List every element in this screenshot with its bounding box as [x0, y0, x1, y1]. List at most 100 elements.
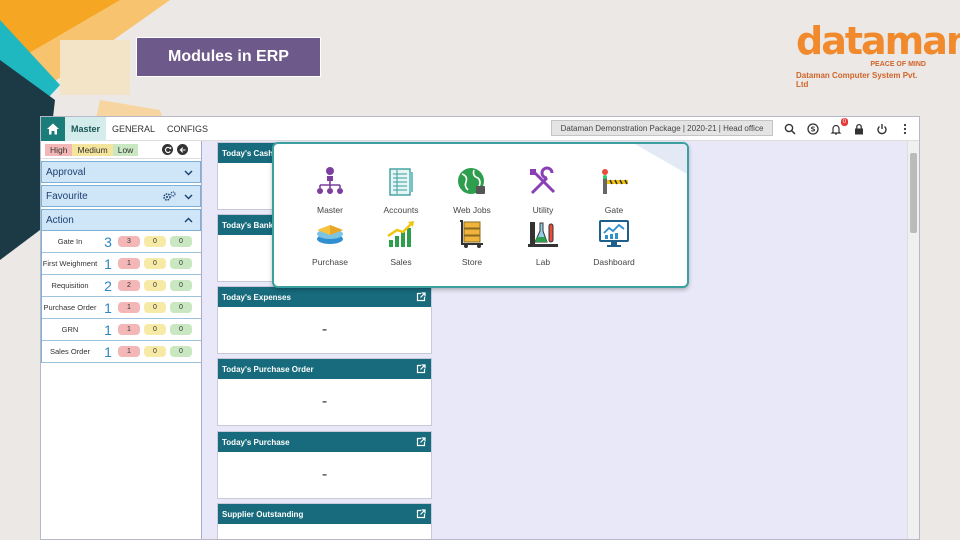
search-button[interactable] [783, 122, 797, 136]
dataman-logo: dataman PEACE OF MIND Dataman Computer S… [796, 22, 960, 89]
erp-window: Master GENERAL CONFIGS Dataman Demonstra… [40, 116, 920, 540]
count-high[interactable]: 1 [118, 346, 140, 357]
module-accounts[interactable]: Accounts [366, 166, 436, 215]
home-icon [47, 123, 59, 134]
external-link-icon[interactable] [416, 364, 426, 374]
count-medium[interactable]: 0 [144, 346, 166, 357]
count-high[interactable]: 1 [118, 302, 140, 313]
action-row-sales-order[interactable]: Sales Order 1 1 0 0 [42, 341, 201, 363]
module-gate[interactable]: Gate [579, 166, 649, 215]
slide-title: Modules in ERP [136, 37, 321, 77]
module-label: Sales [390, 257, 412, 267]
module-master[interactable]: Master [295, 166, 365, 215]
ledger-icon [389, 168, 413, 196]
tab-master[interactable]: Master [65, 117, 107, 141]
action-list: Gate In 3 3 0 0 First Weighment 1 1 0 0 … [41, 231, 201, 363]
growth-chart-icon [387, 221, 414, 247]
module-utility[interactable]: Utility [508, 166, 578, 215]
action-row-requisition[interactable]: Requisition 2 2 0 0 [42, 275, 201, 297]
hierarchy-icon [317, 167, 343, 194]
lab-flask-icon [528, 222, 558, 247]
widget-todays-purchase: Today's Purchase - [217, 431, 432, 499]
action-row-grn[interactable]: GRN 1 1 0 0 [42, 319, 201, 341]
module-web-jobs[interactable]: Web Jobs [437, 166, 507, 215]
section-approval-label: Approval [46, 166, 86, 178]
gears-icon[interactable] [162, 191, 176, 202]
count-medium[interactable]: 0 [144, 302, 166, 313]
count-low[interactable]: 0 [170, 346, 192, 357]
count-medium[interactable]: 0 [144, 280, 166, 291]
count-high[interactable]: 1 [118, 258, 140, 269]
modules-panel: Master Accounts Web Jobs Utility Gate Pu… [272, 142, 689, 288]
widget-todays-purchase-order: Today's Purchase Order - [217, 358, 432, 426]
module-dashboard[interactable]: Dashboard [579, 218, 649, 267]
action-row-first-weighment[interactable]: First Weighment 1 1 0 0 [42, 253, 201, 275]
refresh-button[interactable] [162, 144, 174, 155]
module-sales[interactable]: Sales [366, 218, 436, 267]
widget-title: Today's Expenses [222, 292, 291, 302]
widget-title: Today's Bank [222, 220, 274, 230]
priority-low[interactable]: Low [112, 143, 139, 156]
module-label: Gate [604, 205, 624, 215]
external-link-icon[interactable] [416, 437, 426, 447]
count-low[interactable]: 0 [170, 324, 192, 335]
count-low[interactable]: 0 [170, 236, 192, 247]
widget-header: Today's Purchase Order [218, 359, 431, 379]
section-action[interactable]: Action [41, 209, 201, 231]
stack-icon [317, 225, 343, 244]
warehouse-trolley-icon [460, 220, 483, 248]
priority-medium[interactable]: Medium [72, 143, 113, 156]
count-medium[interactable]: 0 [144, 236, 166, 247]
back-button[interactable] [177, 144, 189, 155]
priority-high[interactable]: High [45, 143, 73, 156]
widget-supplier-outstanding: Supplier Outstanding [217, 503, 432, 539]
home-button[interactable] [41, 117, 65, 141]
svg-text:S: S [810, 126, 815, 134]
widget-value: - [321, 466, 328, 483]
count-high[interactable]: 2 [118, 280, 140, 291]
power-icon [877, 124, 887, 135]
action-row-gate-in[interactable]: Gate In 3 3 0 0 [42, 231, 201, 253]
widget-header: Today's Purchase [218, 432, 431, 452]
section-favourite[interactable]: Favourite [41, 185, 201, 207]
count-high[interactable]: 1 [118, 324, 140, 335]
count-medium[interactable]: 0 [144, 258, 166, 269]
count-low[interactable]: 0 [170, 280, 192, 291]
action-label: Purchase Order [43, 302, 97, 312]
external-link-icon[interactable] [416, 292, 426, 302]
barrier-gate-icon [602, 169, 628, 194]
module-lab[interactable]: Lab [508, 218, 578, 267]
package-selector[interactable]: Dataman Demonstration Package | 2020-21 … [551, 120, 773, 136]
tab-general[interactable]: GENERAL [106, 117, 161, 141]
action-count: 1 [104, 343, 112, 360]
module-label: Store [461, 257, 483, 267]
vertical-scrollbar[interactable] [907, 141, 919, 539]
widget-value: - [321, 321, 328, 338]
module-purchase[interactable]: Purchase [295, 218, 365, 267]
more-menu-button[interactable] [898, 122, 912, 136]
widget-title: Supplier Outstanding [222, 509, 304, 519]
widget-title: Today's Cash [222, 148, 274, 158]
action-row-purchase-order[interactable]: Purchase Order 1 1 0 0 [42, 297, 201, 319]
notifications-button[interactable]: 0 [829, 118, 848, 136]
module-label: Dashboard [593, 257, 635, 267]
module-store[interactable]: Store [437, 218, 507, 267]
tools-icon [530, 166, 556, 195]
scrollbar-thumb[interactable] [910, 153, 917, 233]
widget-value: - [321, 393, 328, 410]
power-button[interactable] [875, 122, 889, 136]
count-high[interactable]: 3 [118, 236, 140, 247]
arrow-left-icon [179, 146, 186, 153]
action-count: 1 [104, 299, 112, 316]
monitor-chart-icon [599, 220, 629, 247]
logo-company: Dataman Computer System Pvt. Ltd [796, 71, 918, 89]
lock-button[interactable] [852, 122, 866, 136]
tab-configs[interactable]: CONFIGS [161, 117, 214, 141]
section-approval[interactable]: Approval [41, 161, 201, 183]
skype-button[interactable]: S [806, 122, 820, 136]
count-medium[interactable]: 0 [144, 324, 166, 335]
count-low[interactable]: 0 [170, 302, 192, 313]
action-count: 3 [104, 233, 112, 250]
external-link-icon[interactable] [416, 509, 426, 519]
count-low[interactable]: 0 [170, 258, 192, 269]
